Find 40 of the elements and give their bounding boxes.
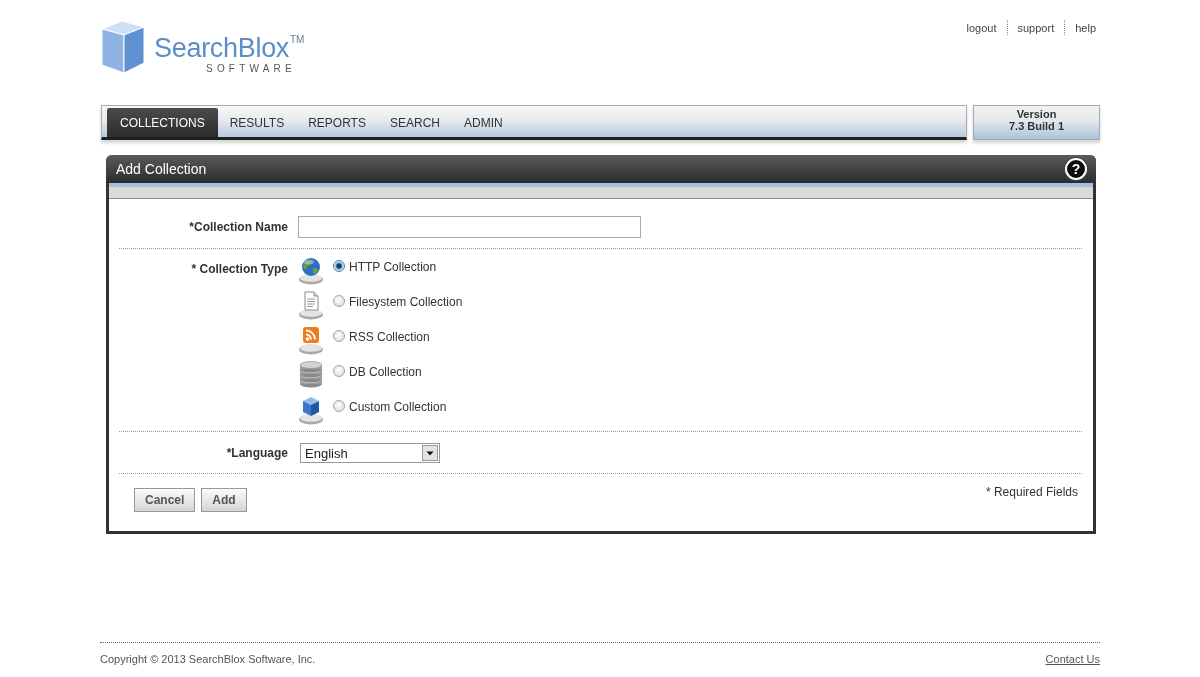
radio-button[interactable] — [333, 329, 345, 342]
logo-tagline: SOFTWARE — [206, 63, 296, 75]
document-icon — [298, 289, 324, 320]
top-link[interactable]: logout — [966, 21, 997, 34]
database-icon — [298, 359, 324, 390]
add-button[interactable]: Add — [201, 488, 247, 512]
top-link[interactable]: help — [1075, 21, 1096, 34]
option-label[interactable]: Filesystem Collection — [349, 294, 463, 309]
required-fields-note: * Required Fields — [985, 485, 1078, 499]
cube-icon — [100, 19, 146, 75]
field-label: *Language — [225, 445, 288, 462]
nav-tab[interactable]: COLLECTIONS — [107, 108, 218, 137]
version-label: Version — [1016, 108, 1057, 120]
nav-tab[interactable]: REPORTS — [296, 108, 378, 137]
rss-icon — [298, 324, 324, 355]
radio-button[interactable] — [333, 259, 345, 272]
option-label[interactable]: DB Collection — [349, 364, 422, 379]
language-dropdown[interactable]: English — [300, 443, 440, 463]
cancel-button[interactable]: Cancel — [134, 488, 196, 512]
radio-button[interactable] — [333, 399, 345, 412]
nav-tab[interactable]: ADMIN — [451, 108, 515, 137]
option-label[interactable]: RSS Collection — [349, 329, 430, 344]
nav-tab[interactable]: RESULTS — [217, 108, 297, 137]
nav-tab[interactable]: SEARCH — [377, 108, 452, 137]
radio-button[interactable] — [333, 294, 345, 307]
collection-name-input[interactable] — [298, 216, 641, 238]
top-link[interactable]: support — [1017, 21, 1055, 34]
copyright-text: Copyright © 2013 SearchBlox Software, Inc. — [100, 653, 316, 665]
contact-link[interactable]: Contact Us — [1045, 653, 1100, 665]
option-label[interactable]: HTTP Collection — [349, 259, 437, 274]
caret-icon — [422, 445, 438, 461]
help-button[interactable]: ? — [1065, 158, 1087, 180]
field-label: * Collection Type — [190, 261, 288, 278]
version-number: 7.3 Build 1 — [1009, 120, 1064, 132]
option-label[interactable]: Custom Collection — [349, 399, 447, 414]
logo-wordmark: SearchBlox$^{TM}$ — [154, 32, 304, 63]
cube-icon — [298, 394, 324, 425]
panel-title: Add Collection — [116, 161, 207, 177]
radio-button[interactable] — [333, 364, 345, 377]
field-label: *Collection Name — [188, 219, 288, 236]
